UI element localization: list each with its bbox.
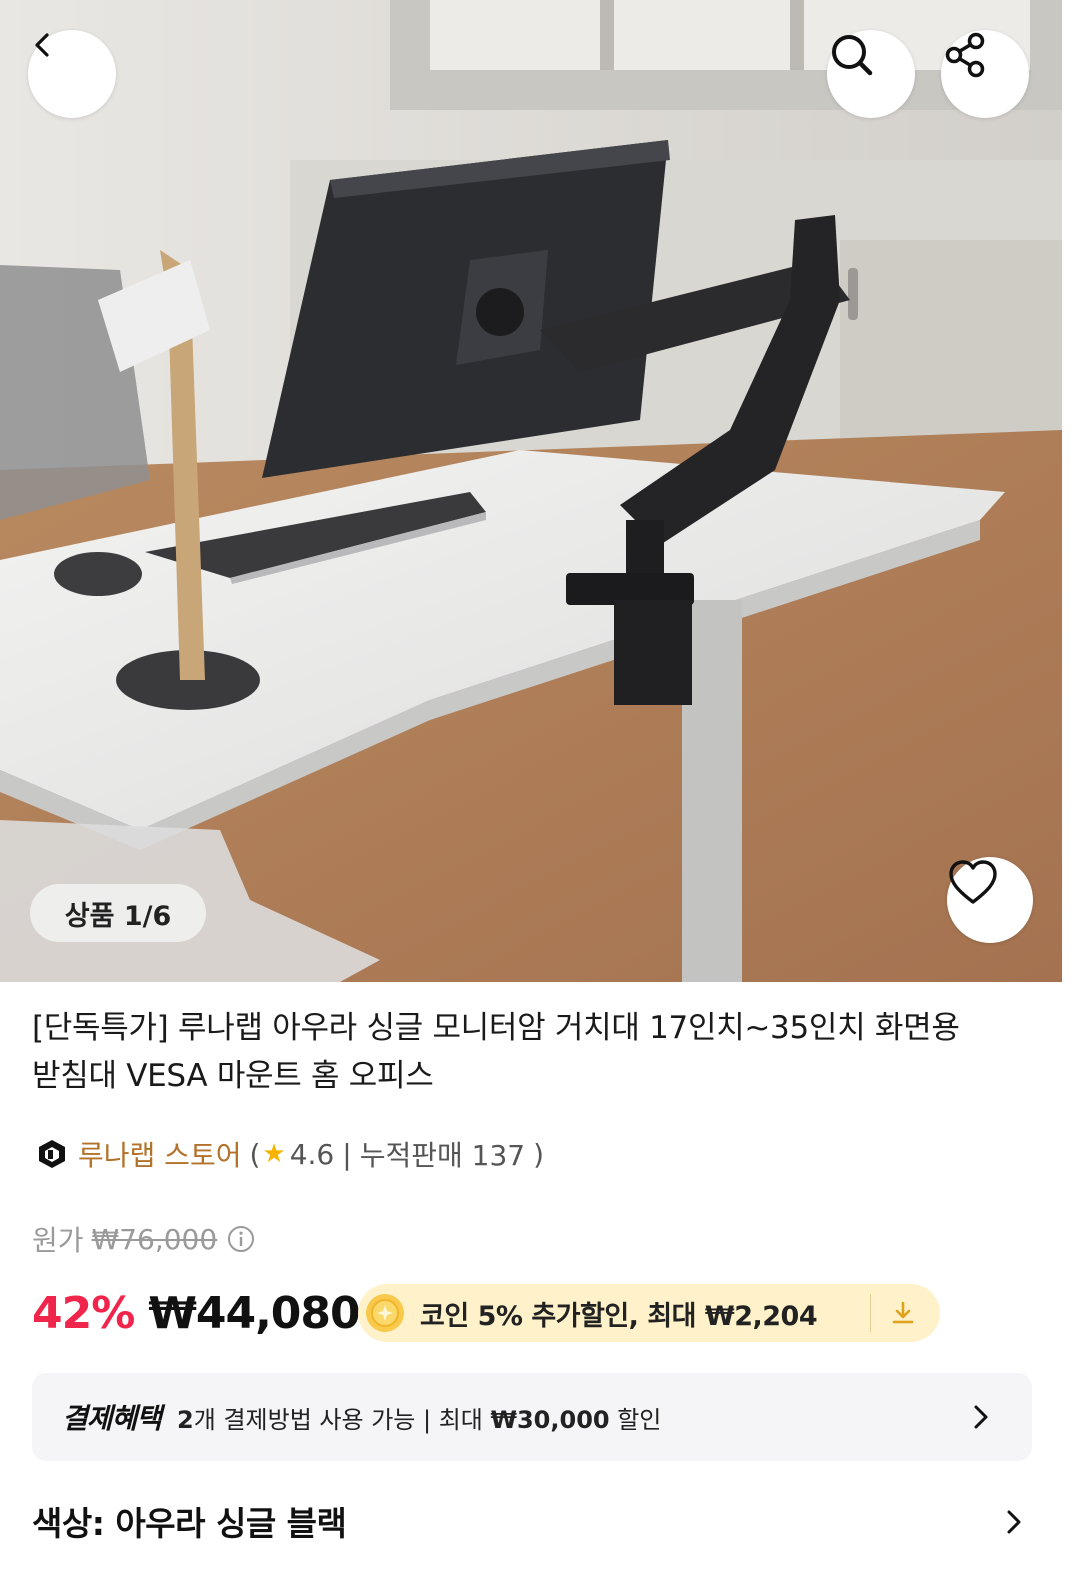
open-paren: ( [249, 1137, 261, 1171]
benefit-method-count: 2 [177, 1405, 194, 1434]
store-rating: 4.6 [289, 1137, 335, 1171]
page-indicator-text: 상품 1/6 [64, 900, 172, 932]
benefit-max-amount: ₩30,000 [490, 1405, 610, 1434]
product-image-gallery[interactable]: 상품 1/6 [0, 0, 1062, 982]
color-option-label: 색상: 아우라 싱글 블랙 [32, 1504, 347, 1543]
product-title-line-1: [단독특가] 루나랩 아우라 싱글 모니터암 거치대 17인치~35인치 화면용 [32, 1010, 960, 1046]
original-price-label: 원가 [32, 1224, 84, 1257]
star-icon: ★ [262, 1139, 286, 1169]
original-price: ₩76,000 [91, 1222, 218, 1256]
download-coupon-icon [892, 1301, 914, 1324]
share-icon [945, 32, 985, 78]
benefit-text-b: 할인 [609, 1405, 662, 1434]
close-paren: ) [533, 1137, 545, 1171]
image-page-indicator: 상품 1/6 [30, 884, 206, 942]
back-arrow-icon [35, 33, 49, 57]
info-icon[interactable] [227, 1225, 255, 1253]
chevron-right-icon [974, 1405, 988, 1429]
sale-price: ₩44,080 [148, 1287, 360, 1339]
rating-separator: | [342, 1137, 352, 1171]
discount-rate: 42% [32, 1287, 135, 1339]
payment-benefit-label: 결제혜택 [62, 1402, 162, 1435]
share-button[interactable] [941, 30, 1029, 118]
store-name: 루나랩 스토어 [78, 1139, 242, 1172]
coin-divider [870, 1294, 871, 1332]
back-button[interactable] [28, 30, 116, 118]
price-row: 42% ₩44,080 [32, 1282, 361, 1344]
payment-benefit-row[interactable]: 결제혜택 2개 결제방법 사용 가능 | 최대 ₩30,000 할인 [32, 1373, 1032, 1461]
payment-benefit-desc: 2개 결제방법 사용 가능 | 최대 ₩30,000 할인 [177, 1400, 661, 1435]
product-title: [단독특가] 루나랩 아우라 싱글 모니터암 거치대 17인치~35인치 화면용… [32, 1004, 1032, 1100]
coin-icon [366, 1294, 404, 1332]
store-rating-group: ( ★ 4.6 | 누적판매 137 ) [241, 1134, 544, 1174]
product-title-line-2: 받침대 VESA 마운트 홈 오피스 [32, 1058, 434, 1094]
store-sales: 누적판매 137 [359, 1139, 526, 1172]
store-link[interactable]: 루나랩 스토어 ( ★ 4.6 | 누적판매 137 ) [36, 1132, 544, 1176]
color-option-row[interactable]: 색상: 아우라 싱글 블랙 [32, 1494, 1032, 1548]
product-photo [0, 0, 1062, 982]
heart-icon [949, 860, 997, 904]
chevron-right-icon [1007, 1510, 1021, 1534]
store-logo-icon [39, 1140, 65, 1168]
benefit-text-a: 개 결제방법 사용 가능 | 최대 [193, 1405, 491, 1434]
search-icon [832, 35, 873, 76]
original-price-row: 원가 ₩76,000 [32, 1218, 255, 1260]
search-button[interactable] [827, 30, 915, 118]
coin-discount-button[interactable]: 코인 5% 추가할인, 최대 ₩2,204 [358, 1284, 940, 1342]
wishlist-button[interactable] [947, 857, 1033, 943]
coin-offer-text: 코인 5% 추가할인, 최대 ₩2,204 [420, 1300, 818, 1332]
